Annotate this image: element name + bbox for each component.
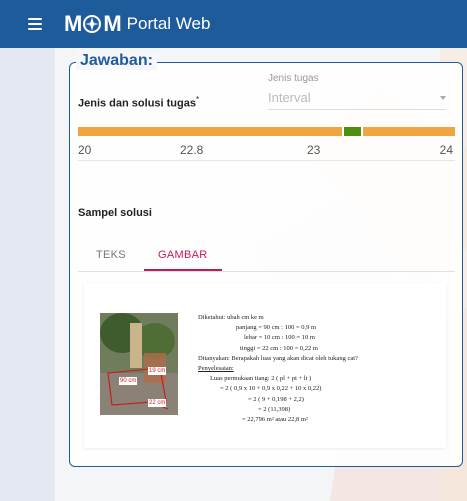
solution-line: Diketahui: ubah cm ke m xyxy=(198,314,264,321)
solution-line: Penyelesaian: xyxy=(198,365,234,373)
task-type-select-value[interactable]: Interval xyxy=(268,90,446,110)
compass-logo-icon xyxy=(83,15,102,33)
photo-tag-length: 90 cm xyxy=(119,377,138,385)
logo-letter-left: M xyxy=(64,11,82,36)
interval-value-min: 20 xyxy=(78,143,92,157)
range-segment-below xyxy=(78,127,342,136)
handwritten-solution: Diketahui: ubah cm ke m panjang = 90 cm … xyxy=(198,313,438,425)
tab-teks[interactable]: TEKS xyxy=(96,249,126,261)
interval-value-lower: 22.8 xyxy=(180,143,204,157)
task-type-select-caption: Jenis tugas xyxy=(268,73,319,84)
app-logo[interactable]: M M xyxy=(64,11,122,37)
solution-image: 19 cm 90 cm 22 cm Diketahui: ubah cm ke … xyxy=(84,283,446,448)
active-tab-indicator xyxy=(144,269,222,271)
solution-tabs: TEKS GAMBAR xyxy=(78,243,455,272)
solution-line: = 2 ( 9 + 0,198 + 2,2) xyxy=(248,395,304,403)
solution-line: panjang = 90 cm : 100 = 0,9 m xyxy=(236,324,317,332)
pillar-photo: 19 cm 90 cm 22 cm xyxy=(100,313,178,415)
dropdown-arrow-icon xyxy=(440,96,446,100)
solution-line: tinggi = 22 cm : 100 = 0,22 m xyxy=(240,344,318,352)
range-segment-inside xyxy=(343,127,361,136)
photo-tag-height: 22 cm xyxy=(148,399,167,407)
task-type-label: Jenis dan solusi tugas* xyxy=(78,95,200,110)
interval-range-bar xyxy=(78,127,455,136)
hamburger-menu-icon[interactable] xyxy=(28,18,42,30)
photo-tag-width: 19 cm xyxy=(148,367,167,375)
tab-gambar[interactable]: GAMBAR xyxy=(158,249,207,261)
logo-letter-right: M xyxy=(103,11,121,36)
divider xyxy=(78,160,455,161)
interval-value-max: 24 xyxy=(439,143,453,157)
app-title: Portal Web xyxy=(126,14,211,33)
range-segment-above xyxy=(362,127,455,136)
interval-value-upper: 23 xyxy=(307,143,321,157)
task-type-select[interactable]: Jenis tugas Interval xyxy=(268,73,446,110)
answer-legend: Jawaban: xyxy=(76,52,157,70)
solution-line: Luas permukaan tiang: 2 ( pl + pt + lt ) xyxy=(210,375,312,383)
answer-card: Jawaban: Jenis dan solusi tugas* Jenis t… xyxy=(69,52,463,467)
top-app-bar: M M Portal Web xyxy=(0,0,467,48)
solution-line: lebar = 10 cm : 100 = 10 m xyxy=(244,334,315,342)
sample-solution-label: Sampel solusi xyxy=(78,207,152,219)
solution-line: = 2 ( 0,9 x 10 + 0,9 x 0,22 + 10 x 0,22) xyxy=(220,385,322,393)
solution-line: = 2 (11,398) xyxy=(258,405,291,413)
solution-line: Ditanyakan: Berapakah luas yang akan dic… xyxy=(198,354,358,362)
solution-line: = 22,796 m² atau 22,8 m² xyxy=(242,416,308,424)
